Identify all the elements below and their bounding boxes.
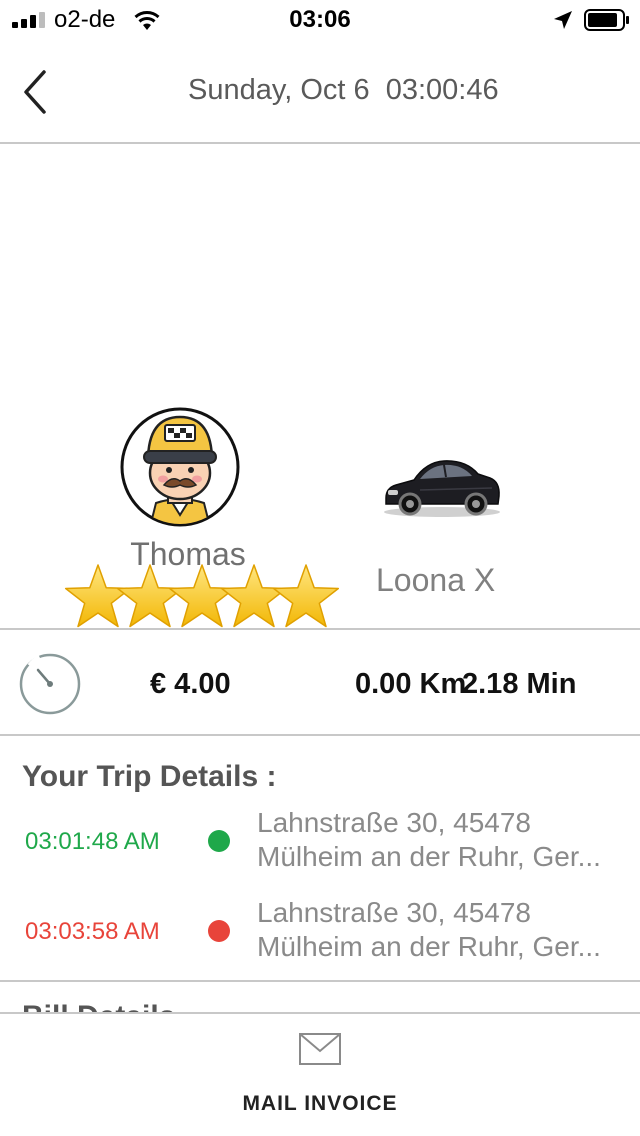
dropoff-row: 03:03:58 AM Lahnstraße 30, 45478 Mülheim…: [0, 896, 640, 976]
dropoff-dot-icon: [208, 920, 230, 942]
pickup-address-line1: Lahnstraße 30, 45478: [257, 807, 531, 838]
fare-amount: € 4.00: [150, 668, 231, 700]
pickup-address-line2: Mülheim an der Ruhr, Ger...: [257, 841, 601, 872]
nav-bar: Sunday, Oct 6 03:00:46: [0, 40, 640, 144]
battery-icon: [584, 9, 629, 31]
status-bar: o2-de 03:06: [0, 0, 640, 40]
mail-invoice-label: MAIL INVOICE: [242, 1092, 398, 1115]
pickup-time: 03:01:48 AM: [25, 828, 160, 855]
mail-invoice-button[interactable]: MAIL INVOICE: [0, 1012, 640, 1136]
trip-duration: 2.18 Min: [462, 668, 577, 700]
driver-avatar: [120, 407, 240, 527]
back-chevron-icon[interactable]: [18, 68, 54, 116]
pickup-row: 03:01:48 AM Lahnstraße 30, 45478 Mülheim…: [0, 806, 640, 886]
status-time: 03:06: [289, 6, 351, 33]
envelope-icon: [299, 1033, 341, 1065]
trip-distance: 0.00 Km: [355, 668, 467, 700]
rating-star-icon: [116, 564, 184, 628]
dropoff-address: Lahnstraße 30, 45478 Mülheim an der Ruhr…: [257, 896, 617, 964]
rating-star-icon: [168, 564, 236, 628]
pickup-dot-icon: [208, 830, 230, 852]
trip-summary-row: € 4.00 0.00 Km 2.18 Min: [0, 628, 640, 736]
location-arrow-icon: [554, 11, 572, 29]
car-image: [384, 460, 500, 517]
vehicle-name: Loona X: [376, 562, 496, 598]
rating-star-icon: [272, 564, 340, 628]
rating-star-icon: [64, 564, 132, 628]
rating-star-icon: [220, 564, 288, 628]
trip-date-title: Sunday, Oct 6 03:00:46: [188, 74, 499, 106]
dropoff-time: 03:03:58 AM: [25, 918, 160, 945]
driver-rating-stars: [64, 564, 340, 628]
dropoff-address-line2: Mülheim an der Ruhr, Ger...: [257, 931, 601, 962]
dropoff-address-line1: Lahnstraße 30, 45478: [257, 897, 531, 928]
section-divider: [0, 980, 640, 982]
pickup-address: Lahnstraße 30, 45478 Mülheim an der Ruhr…: [257, 806, 617, 874]
trip-details-heading: Your Trip Details :: [22, 760, 277, 793]
stopwatch-icon: [19, 653, 81, 715]
